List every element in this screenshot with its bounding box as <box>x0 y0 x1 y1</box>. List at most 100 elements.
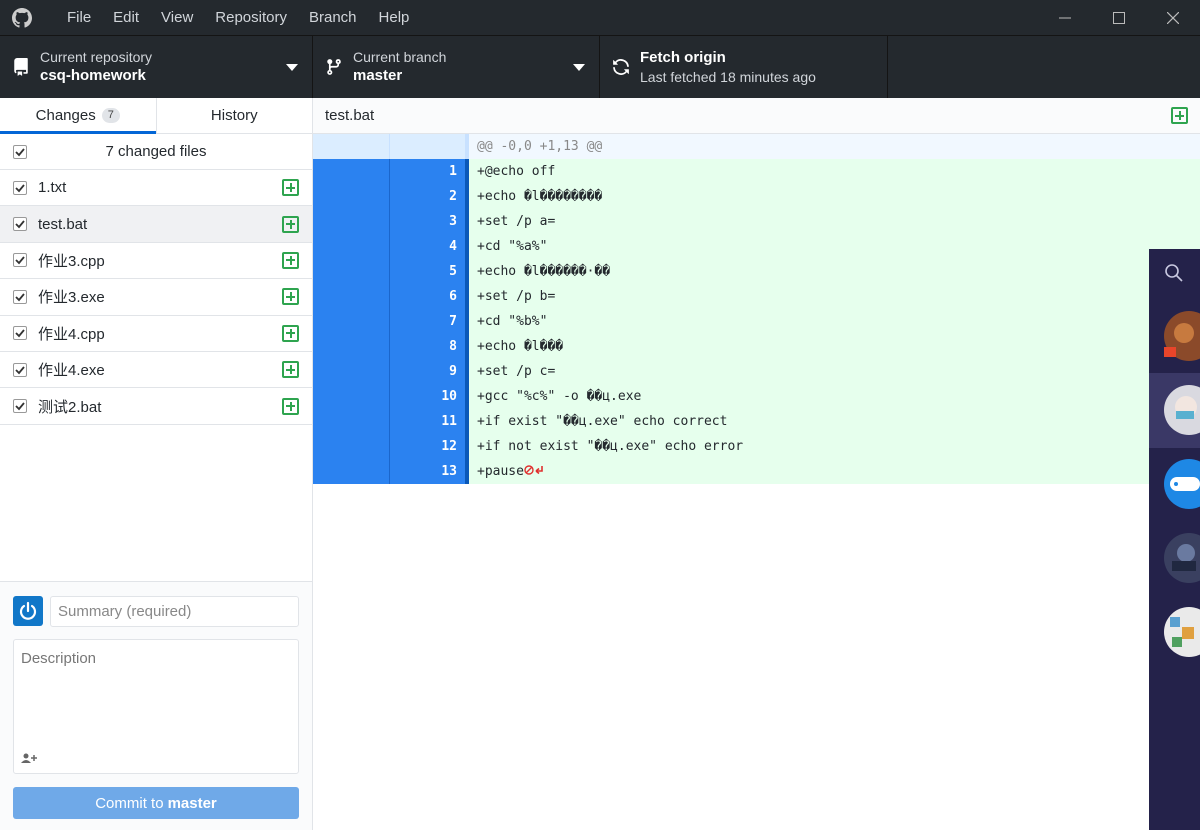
gamepad-icon[interactable] <box>1164 459 1200 509</box>
new-line-number[interactable]: 5 <box>390 259 469 284</box>
old-line-number[interactable] <box>313 409 390 434</box>
plus-square-icon <box>282 179 299 197</box>
sidebar: Changes 7 History 7 changed files 1.txt … <box>0 98 313 830</box>
diff-line[interactable]: 5 +echo �l������·�� <box>313 259 1200 284</box>
last-fetched-text: Last fetched 18 minutes ago <box>640 69 816 85</box>
diff-line-text: +pause <box>477 464 524 479</box>
description-placeholder: Description <box>21 650 97 667</box>
diff-line[interactable]: 10 +gcc "%c%" -o ��ц.exe <box>313 384 1200 409</box>
description-field[interactable]: Description <box>13 639 299 774</box>
diff-line[interactable]: 12 +if not exist "��ц.exe" echo error <box>313 434 1200 459</box>
file-checkbox[interactable] <box>13 289 27 304</box>
file-checkbox[interactable] <box>13 180 27 195</box>
file-name: 1.txt <box>38 179 67 197</box>
new-line-number[interactable]: 8 <box>390 334 469 359</box>
select-all-checkbox[interactable] <box>13 144 27 159</box>
close-button[interactable] <box>1146 0 1200 35</box>
new-line-number[interactable]: 6 <box>390 284 469 309</box>
plus-square-icon <box>282 324 299 342</box>
menu-file[interactable]: File <box>56 0 102 35</box>
diff-line[interactable]: 6 +set /p b= <box>313 284 1200 309</box>
file-checkbox[interactable] <box>13 217 27 232</box>
new-line-number[interactable]: 12 <box>390 434 469 459</box>
old-line-number[interactable] <box>313 309 390 334</box>
diff-line[interactable]: 8 +echo �l��� <box>313 334 1200 359</box>
menu-help[interactable]: Help <box>368 0 421 35</box>
file-row[interactable]: test.bat <box>0 206 312 243</box>
github-icon <box>12 7 32 28</box>
old-line-number[interactable] <box>313 234 390 259</box>
file-checkbox[interactable] <box>13 399 27 414</box>
new-line-number[interactable]: 7 <box>390 309 469 334</box>
summary-input[interactable] <box>50 596 299 627</box>
power-icon <box>19 601 37 620</box>
commit-button-branch: master <box>167 794 217 812</box>
avatar[interactable] <box>1164 311 1200 361</box>
new-line-number[interactable]: 10 <box>390 384 469 409</box>
file-checkbox[interactable] <box>13 326 27 341</box>
new-line-number[interactable]: 11 <box>390 409 469 434</box>
diff-line[interactable]: 4 +cd "%a%" <box>313 234 1200 259</box>
check-icon <box>15 366 25 374</box>
add-coauthor-icon[interactable] <box>21 753 37 763</box>
old-line-number[interactable] <box>313 359 390 384</box>
diff-line[interactable]: 3 +set /p a= <box>313 209 1200 234</box>
menu-edit[interactable]: Edit <box>102 0 150 35</box>
commit-button[interactable]: Commit to master <box>13 787 299 819</box>
check-icon <box>15 402 25 411</box>
avatar[interactable] <box>13 596 43 626</box>
diff-line-text: +echo �l������·�� <box>469 259 1200 284</box>
file-row[interactable]: 作业4.cpp <box>0 316 312 352</box>
repo-icon <box>14 58 28 76</box>
avatar[interactable] <box>1164 607 1200 657</box>
file-row[interactable]: 作业3.cpp <box>0 243 312 280</box>
chevron-down-icon <box>573 64 585 71</box>
tab-history[interactable]: History <box>157 98 313 133</box>
old-line-number[interactable] <box>313 259 390 284</box>
minimize-button[interactable] <box>1038 0 1092 35</box>
old-line-number[interactable] <box>313 184 390 209</box>
old-line-number[interactable] <box>313 159 390 184</box>
new-line-number[interactable]: 1 <box>390 159 469 184</box>
maximize-button[interactable] <box>1092 0 1146 35</box>
fetch-origin-button[interactable]: Fetch origin Last fetched 18 minutes ago <box>600 36 888 98</box>
old-line-number[interactable] <box>313 334 390 359</box>
new-line-number[interactable]: 13 <box>390 459 469 484</box>
diff-line[interactable]: 7 +cd "%b%" <box>313 309 1200 334</box>
diff-line[interactable]: 2 +echo �l�����ؘ��� <box>313 184 1200 209</box>
file-row[interactable]: 作业3.exe <box>0 279 312 316</box>
menu-repository[interactable]: Repository <box>204 0 298 35</box>
avatar[interactable] <box>1164 385 1200 435</box>
diff-line[interactable]: 9 +set /p c= <box>313 359 1200 384</box>
new-line-number[interactable]: 9 <box>390 359 469 384</box>
old-line-number[interactable] <box>313 284 390 309</box>
tab-changes[interactable]: Changes 7 <box>0 98 157 134</box>
tab-history-label: History <box>210 107 258 124</box>
file-checkbox[interactable] <box>13 253 27 268</box>
old-line-number[interactable] <box>313 459 390 484</box>
current-repository-button[interactable]: Current repository csq-homework <box>0 36 313 98</box>
new-line-number[interactable]: 3 <box>390 209 469 234</box>
old-line-number[interactable] <box>313 384 390 409</box>
search-icon[interactable] <box>1164 263 1184 283</box>
avatar[interactable] <box>1164 533 1200 583</box>
new-line-number[interactable]: 4 <box>390 234 469 259</box>
diff-line[interactable]: 1 +@echo off <box>313 159 1200 184</box>
branch-label: Current branch <box>353 49 447 65</box>
diff-line-text: +if not exist "��ц.exe" echo error <box>469 434 1200 459</box>
menu-branch[interactable]: Branch <box>298 0 368 35</box>
sync-icon <box>613 59 629 75</box>
current-branch-button[interactable]: Current branch master <box>313 36 600 98</box>
plus-square-icon <box>1171 107 1188 124</box>
diff-line[interactable]: 13 +pause <box>313 459 1200 484</box>
file-checkbox[interactable] <box>13 362 27 377</box>
menu-view[interactable]: View <box>150 0 204 35</box>
new-line-number[interactable]: 2 <box>390 184 469 209</box>
file-row[interactable]: 1.txt <box>0 170 312 207</box>
file-row[interactable]: 作业4.exe <box>0 352 312 389</box>
diff-line[interactable]: 11 +if exist "��ц.exe" echo correct <box>313 409 1200 434</box>
file-name: test.bat <box>38 215 88 233</box>
old-line-number[interactable] <box>313 434 390 459</box>
old-line-number[interactable] <box>313 209 390 234</box>
file-row[interactable]: 测试2.bat <box>0 388 312 425</box>
